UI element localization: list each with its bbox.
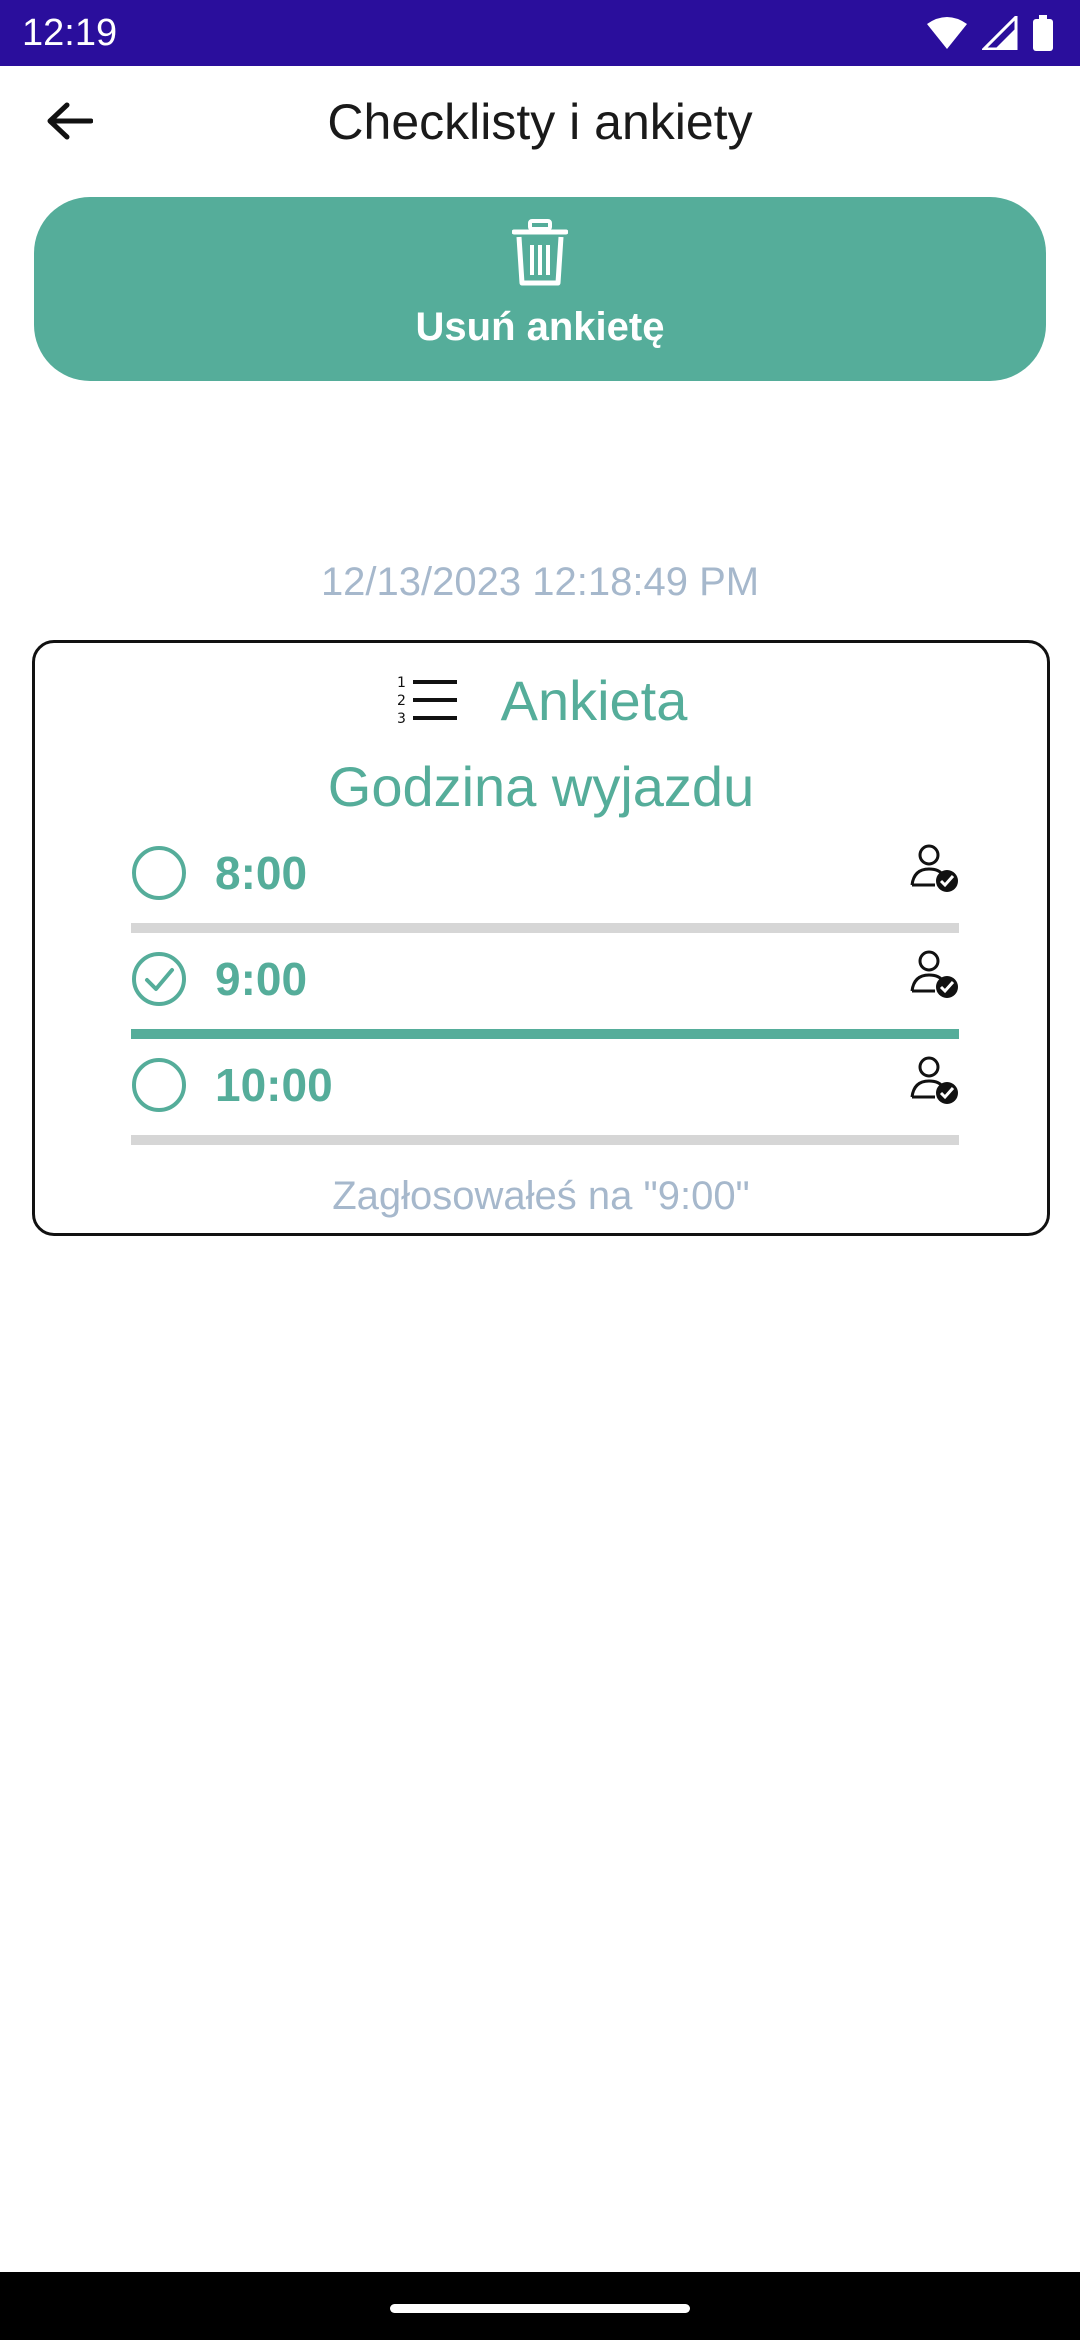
- svg-text:2: 2: [397, 693, 406, 709]
- delete-poll-label: Usuń ankietę: [415, 305, 665, 349]
- page-title: Checklisty i ankiety: [327, 94, 753, 150]
- numbered-list-icon: 1 2 3: [395, 673, 459, 730]
- status-bar: 12:19: [0, 0, 1080, 66]
- poll-option[interactable]: 10:00: [131, 1045, 959, 1145]
- vote-bar: [131, 1029, 959, 1039]
- poll-option[interactable]: 9:00: [131, 939, 959, 1039]
- vote-info: Zagłosowałeś na "9:00": [332, 1174, 750, 1218]
- status-time: 12:19: [22, 12, 118, 54]
- poll-option-label: 9:00: [215, 953, 308, 1005]
- signal-icon: [982, 16, 1018, 50]
- poll-card: 1 2 3 Ankieta Godzina wyjazdu 8:00 9:00 …: [32, 640, 1050, 1236]
- voters-icon[interactable]: [909, 1055, 959, 1110]
- poll-timestamp: 12/13/2023 12:18:49 PM: [320, 560, 760, 604]
- poll-header: 1 2 3 Ankieta: [35, 661, 1047, 741]
- poll-option[interactable]: 8:00: [131, 833, 959, 933]
- app-bar: Checklisty i ankiety: [0, 66, 1080, 178]
- battery-icon: [1032, 15, 1054, 51]
- vote-bar: [131, 923, 959, 933]
- vote-bar: [131, 1135, 959, 1145]
- home-gesture-bar[interactable]: [390, 2304, 690, 2313]
- navigation-bar: [0, 2272, 1080, 2340]
- voters-icon[interactable]: [909, 843, 959, 898]
- svg-text:3: 3: [397, 711, 406, 725]
- poll-option-label: 8:00: [215, 847, 308, 899]
- wifi-icon: [926, 16, 968, 50]
- voters-icon[interactable]: [909, 949, 959, 1004]
- svg-text:1: 1: [397, 675, 406, 691]
- radio-checked-icon[interactable]: [131, 951, 187, 1007]
- poll-question: Godzina wyjazdu: [327, 755, 755, 818]
- poll-option-label: 10:00: [215, 1059, 333, 1111]
- vote-bar-fill: [131, 1029, 959, 1039]
- delete-poll-button[interactable]: Usuń ankietę: [34, 197, 1046, 381]
- poll-type-label: Ankieta: [500, 669, 688, 732]
- radio-unchecked-icon[interactable]: [131, 1057, 187, 1113]
- trash-icon: [511, 219, 569, 292]
- radio-unchecked-icon[interactable]: [131, 845, 187, 901]
